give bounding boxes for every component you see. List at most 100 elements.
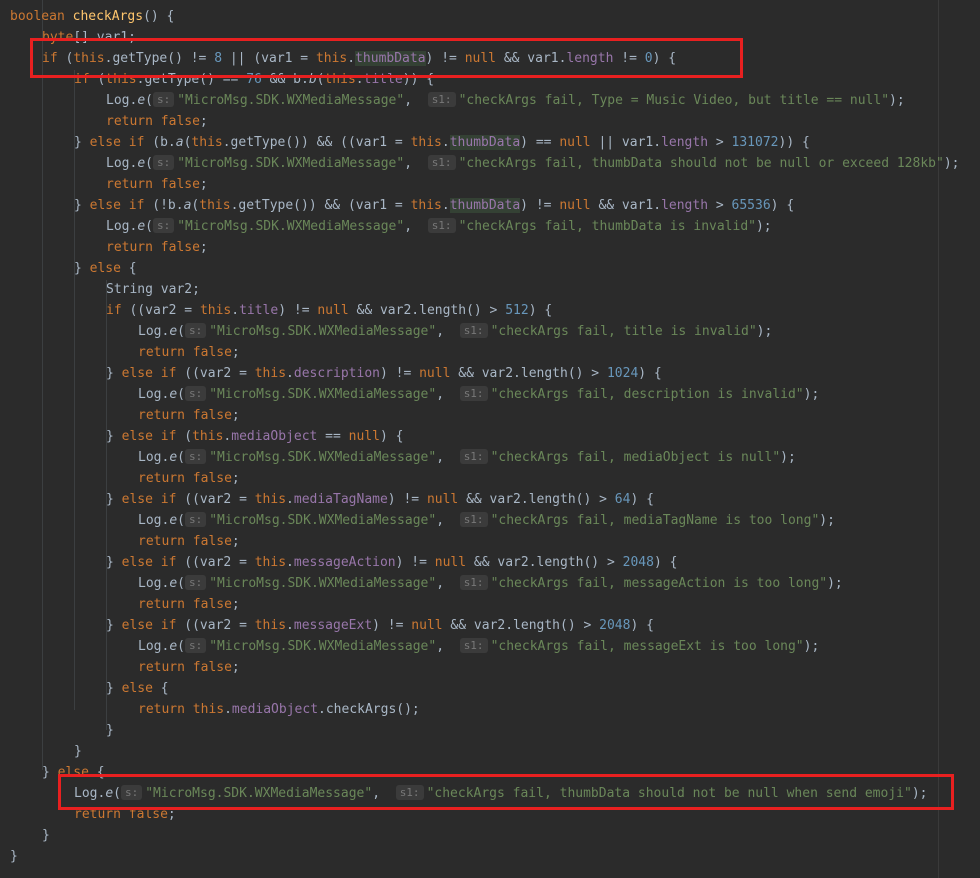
code-token: .getType()) && ((var1 = — [222, 135, 411, 150]
code-line: Log.e(s: "MicroMsg.SDK.WXMediaMessage", s… — [138, 321, 772, 342]
code-token: Log. — [106, 156, 138, 171]
code-line: return false; — [106, 174, 208, 195]
code-line: } — [10, 846, 18, 867]
code-token: . — [231, 303, 240, 318]
parameter-hint: s: — [152, 218, 175, 233]
code-token: ( — [184, 429, 193, 444]
code-token: else — [89, 261, 129, 276]
code-token: ); — [756, 324, 773, 339]
code-token: "checkArgs fail, messageExt is too long" — [490, 639, 804, 654]
code-token: { — [128, 261, 137, 276]
code-token: } — [74, 261, 90, 276]
code-token: Log. — [138, 639, 170, 654]
code-token: 2048 — [622, 555, 654, 570]
code-token: . — [224, 702, 232, 717]
parameter-hint: s1: — [459, 512, 488, 527]
code-token: else if — [121, 366, 185, 381]
code-line: Log.e(s: "MicroMsg.SDK.WXMediaMessage", s… — [106, 90, 905, 111]
code-token: ) != — [520, 198, 560, 213]
code-token: ); — [803, 639, 820, 654]
code-token: } — [106, 492, 122, 507]
code-token: e — [169, 324, 178, 339]
code-token: return false — [138, 345, 232, 360]
code-token: null — [317, 303, 349, 318]
code-token: null — [411, 618, 443, 633]
code-token: thumbData — [449, 198, 521, 213]
code-token: "MicroMsg.SDK.WXMediaMessage" — [177, 93, 405, 108]
code-token: , — [436, 324, 460, 339]
code-line: return false; — [138, 531, 240, 552]
code-line: } else if ((var2 = this.mediaTagName) !=… — [106, 489, 654, 510]
code-token: ((var2 = — [184, 492, 255, 507]
code-token: } — [106, 555, 122, 570]
code-token: ((var2 = — [184, 618, 255, 633]
code-line: Log.e(s: "MicroMsg.SDK.WXMediaMessage", s… — [138, 384, 819, 405]
code-token: length — [661, 135, 709, 150]
code-token: "checkArgs fail, thumbData is invalid" — [458, 219, 756, 234]
code-token: e — [137, 156, 146, 171]
code-editor[interactable]: boolean checkArgs() {byte[] var1; if (thi… — [0, 0, 980, 878]
code-token: } — [106, 723, 114, 738]
code-token: . — [286, 618, 294, 633]
parameter-hint: s1: — [427, 155, 456, 170]
code-token: ; — [231, 597, 240, 612]
code-line: } — [42, 825, 50, 846]
code-token: return false — [106, 177, 200, 192]
code-token: ) != — [395, 555, 435, 570]
code-token: return false — [106, 240, 200, 255]
code-token: > — [708, 198, 732, 213]
code-token: } — [74, 744, 82, 759]
code-token: ((var2 = — [184, 555, 255, 570]
code-token: Log. — [106, 219, 138, 234]
code-token: this — [254, 492, 287, 507]
code-token: { — [160, 681, 169, 696]
code-token: a — [175, 135, 184, 150]
code-token: this — [410, 198, 442, 213]
code-token: ((var2 = — [129, 303, 200, 318]
code-token: && var2.length() > — [466, 555, 623, 570]
parameter-hint: s1: — [427, 92, 456, 107]
code-token: ) { — [653, 555, 678, 570]
parameter-hint: s: — [184, 512, 207, 527]
code-token: . — [441, 198, 450, 213]
code-token: if — [106, 303, 130, 318]
code-line: } else if (this.mediaObject == null) { — [106, 426, 403, 447]
parameter-hint: s: — [184, 575, 207, 590]
code-token: && var2.length() > — [348, 303, 506, 318]
code-token: ; — [199, 114, 208, 129]
code-token: null — [419, 366, 451, 381]
code-token: && var2.length() > — [458, 492, 615, 507]
code-token: . — [441, 135, 450, 150]
code-token: 512 — [505, 303, 529, 318]
code-line: } else { — [106, 678, 169, 699]
code-token: "checkArgs fail, description is invalid" — [490, 387, 804, 402]
code-token: return false — [138, 471, 232, 486]
code-token: boolean — [10, 9, 73, 24]
code-token: e — [169, 576, 178, 591]
code-token: "checkArgs fail, mediaTagName is too lon… — [490, 513, 820, 528]
code-token: this — [254, 555, 287, 570]
code-line: Log.e(s: "MicroMsg.SDK.WXMediaMessage", s… — [138, 510, 835, 531]
code-token: , — [404, 93, 428, 108]
parameter-hint: s: — [184, 386, 207, 401]
code-token: title — [239, 303, 279, 318]
code-token: null — [559, 198, 591, 213]
code-token: , — [436, 576, 460, 591]
code-line: } — [74, 741, 82, 762]
code-token: 2048 — [599, 618, 631, 633]
code-token: ( — [145, 93, 153, 108]
code-token: String var2; — [106, 282, 200, 297]
parameter-hint: s: — [152, 155, 175, 170]
code-token: return false — [138, 660, 232, 675]
code-token: mediaTagName — [293, 492, 388, 507]
code-token: description — [293, 366, 380, 381]
code-token: ) { — [379, 429, 404, 444]
code-token: . — [286, 366, 294, 381]
code-line: Log.e(s: "MicroMsg.SDK.WXMediaMessage", s… — [138, 636, 819, 657]
code-token: return false — [106, 114, 200, 129]
code-token: ((var2 = — [184, 366, 255, 381]
code-token: || var1. — [590, 135, 662, 150]
code-token: ; — [231, 471, 240, 486]
code-token: ( — [177, 324, 185, 339]
code-token: .checkArgs(); — [318, 702, 420, 717]
